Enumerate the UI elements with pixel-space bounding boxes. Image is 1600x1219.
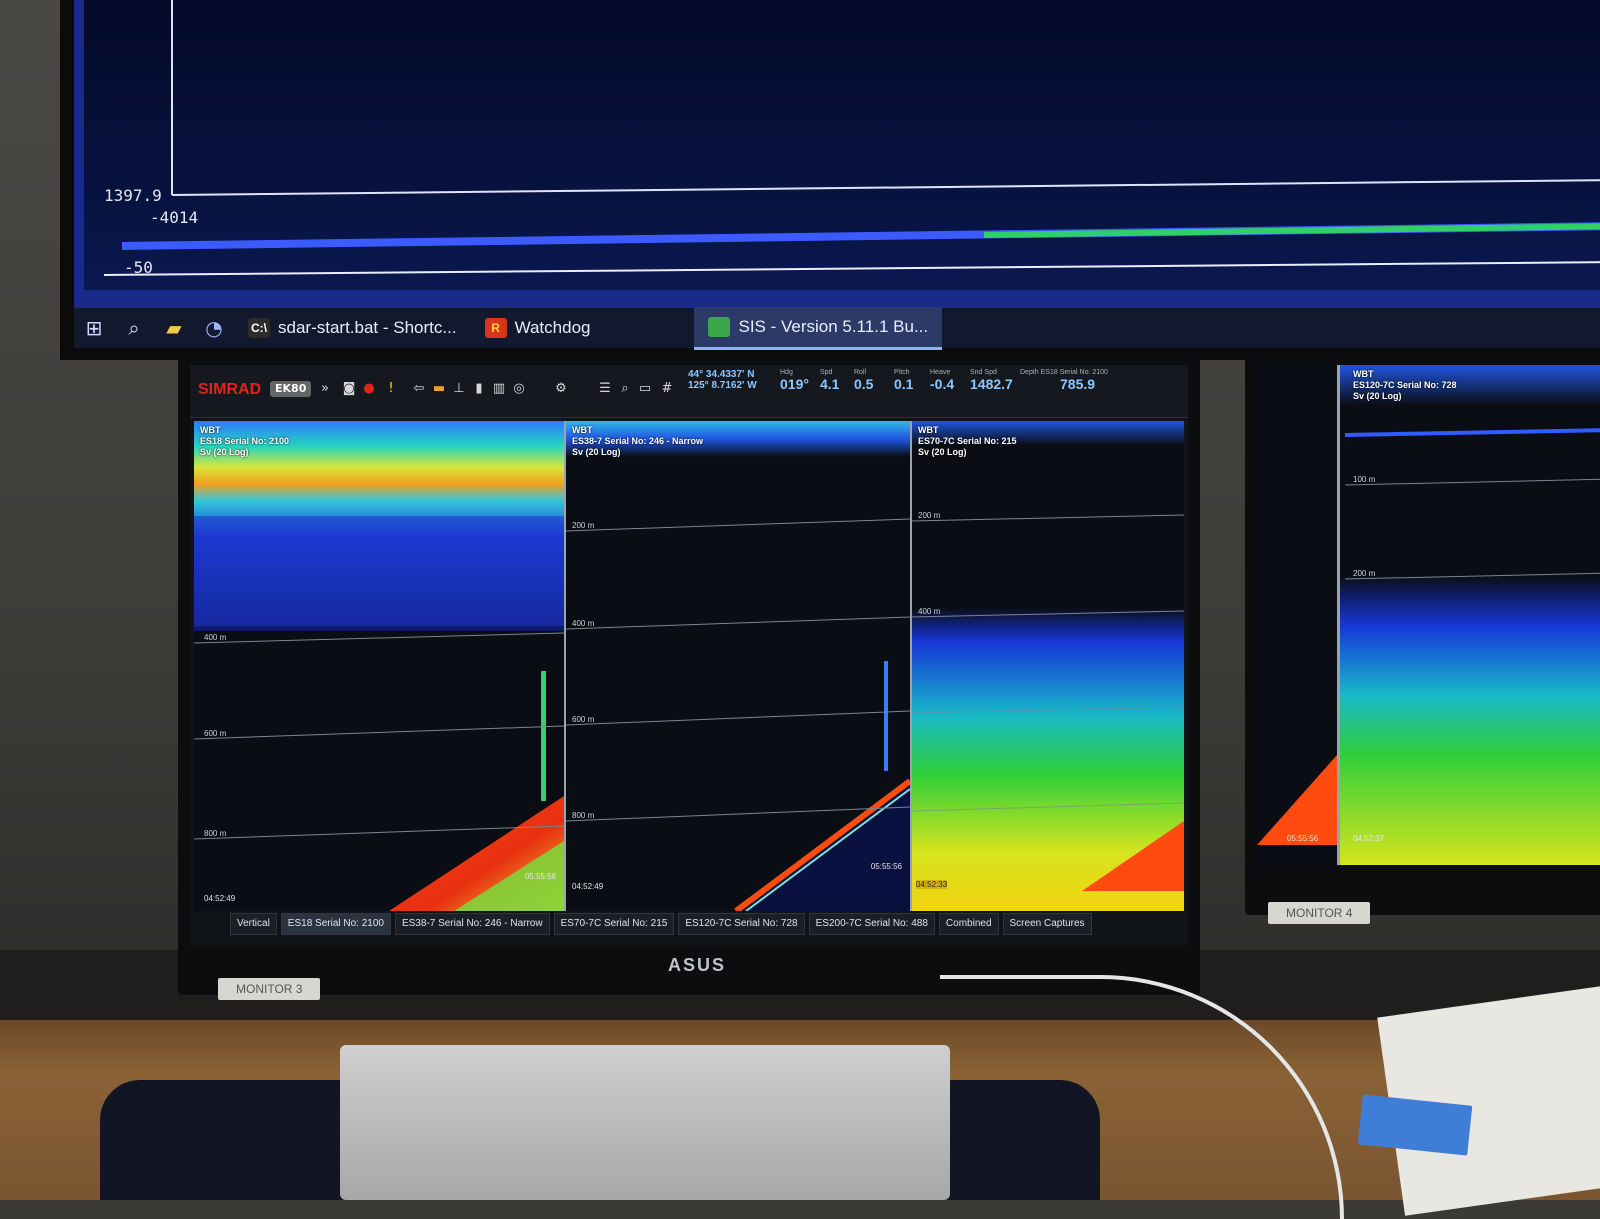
tab-es70[interactable]: ES70-7C Serial No: 215: [553, 913, 675, 935]
echogram-es38-graphic: [566, 421, 910, 911]
tab-combined[interactable]: Combined: [938, 913, 999, 935]
pitch-readout: Pitch 0.1: [894, 369, 914, 392]
depth-tick: 100 m: [1353, 475, 1376, 484]
start-time: 04:52:33: [916, 880, 948, 889]
echogram-es70[interactable]: WBT ES70-7C Serial No: 215 Sv (20 Log) 2…: [912, 421, 1184, 911]
depth-tick: 200 m: [1353, 569, 1376, 578]
tab-vertical[interactable]: Vertical: [230, 913, 277, 935]
echogram-es18-graphic: [194, 421, 564, 911]
start-time: 04:52:49: [572, 882, 604, 891]
plot-value-1: 1397.9: [104, 186, 162, 205]
bars-icon[interactable]: ▮: [472, 382, 486, 396]
collapse-icon[interactable]: »: [318, 382, 332, 396]
depth-tick: 800 m: [204, 829, 227, 838]
numbers-icon[interactable]: #: [660, 382, 674, 396]
depth-tick: 400 m: [918, 607, 941, 616]
monitor-3-label: MONITOR 3: [218, 978, 321, 1000]
cmd-icon: C:\: [248, 318, 270, 338]
tab-es120[interactable]: ES120-7C Serial No: 728: [678, 913, 805, 935]
ek80-window: SIMRAD EK80 » ◙ ● ! ⇦ ▬ ⊥ ▮ ▥ ◎ ⚙ ☰ ⌕ ▭ …: [190, 365, 1188, 945]
echogram-es18[interactable]: WBT ES18 Serial No: 2100 Sv (20 Log) 400…: [194, 421, 566, 911]
monitor-4-screen: WBT ES120-7C Serial No: 728 Sv (20 Log) …: [1257, 365, 1600, 865]
panel-label: WBT ES120-7C Serial No: 728 Sv (20 Log): [1353, 369, 1457, 401]
latitude: 44° 34.4337' N: [688, 369, 755, 380]
end-time: 05:55:56: [1287, 834, 1319, 843]
battery-icon[interactable]: ▭: [638, 382, 652, 396]
ek80-badge: EK80: [270, 381, 312, 397]
monitor-4-label: MONITOR 4: [1268, 902, 1371, 924]
roll-readout: Roll 0.5: [854, 369, 874, 392]
list-icon[interactable]: ☰: [598, 382, 612, 396]
sis-icon: [708, 316, 731, 337]
top-monitor: 1397.9 -4014 -50 ⊞ ⌕ ▰ ◔ C:\ sdar-start.…: [60, 0, 1600, 360]
depth-readout: Depth ES18 Serial No: 2100 785.9: [1020, 369, 1108, 392]
tab-es200[interactable]: ES200-7C Serial No: 488: [808, 913, 935, 935]
depth-icon[interactable]: ⊥: [452, 382, 466, 396]
tab-screen-captures[interactable]: Screen Captures: [1002, 913, 1092, 935]
camera-icon[interactable]: ◙: [342, 382, 356, 396]
plot-value-3: -50: [124, 258, 153, 277]
echogram-es120-graphic: [1257, 365, 1600, 865]
alert-icon[interactable]: !: [384, 382, 398, 396]
depth-tick: 400 m: [204, 633, 227, 642]
depth-plot: 1397.9 -4014 -50: [84, 0, 1600, 290]
heave-readout: Heave -0.4: [930, 369, 955, 392]
panel-label: WBT ES18 Serial No: 2100 Sv (20 Log): [200, 425, 290, 457]
plot-value-2: -4014: [150, 208, 199, 227]
panel-label: WBT ES38-7 Serial No: 246 - Narrow Sv (2…: [572, 425, 704, 457]
speed-readout: Spd 4.1: [820, 369, 840, 392]
depth-plot-graphic: [103, 0, 1600, 276]
plot-baseline: [103, 261, 1600, 276]
depth-tick: 600 m: [572, 715, 595, 724]
taskbar-item-label: SIS - Version 5.11.1 Bu...: [738, 316, 929, 336]
file-explorer-icon[interactable]: ▰: [154, 308, 194, 348]
depth-tick: 800 m: [572, 811, 595, 820]
taskbar-item-sis[interactable]: SIS - Version 5.11.1 Bu...: [694, 306, 943, 350]
sound-speed-readout: Snd Spd 1482.7: [970, 369, 1013, 392]
longitude: 125° 8.7162' W: [688, 380, 757, 391]
asus-logo: ASUS: [668, 955, 727, 975]
chart-icon[interactable]: ▥: [492, 382, 506, 396]
echogram-es70-graphic: [912, 421, 1184, 911]
zoom-icon[interactable]: ⌕: [618, 382, 632, 396]
range-icon[interactable]: ▬: [432, 382, 446, 396]
heading-readout: Hdg 019°: [780, 369, 809, 392]
compass-icon[interactable]: ◎: [512, 382, 526, 396]
panel-label: WBT ES70-7C Serial No: 215 Sv (20 Log): [918, 425, 1017, 457]
monitor-3: SIMRAD EK80 » ◙ ● ! ⇦ ▬ ⊥ ▮ ▥ ◎ ⚙ ☰ ⌕ ▭ …: [178, 355, 1200, 995]
taskbar-item-label: Watchdog: [514, 318, 591, 337]
simrad-logo: SIMRAD: [198, 381, 262, 398]
depth-tick: 600 m: [204, 729, 227, 738]
position-readout: 44° 34.4337' N 125° 8.7162' W: [688, 369, 757, 391]
record-icon[interactable]: ●: [362, 382, 376, 396]
ek80-tab-bar: Vertical ES18 Serial No: 2100 ES38-7 Ser…: [230, 913, 1170, 935]
echogram-panels: WBT ES18 Serial No: 2100 Sv (20 Log) 400…: [194, 421, 1184, 911]
plot-axis-horizontal: [171, 179, 1600, 196]
top-monitor-screen: 1397.9 -4014 -50: [74, 0, 1600, 308]
tab-es38[interactable]: ES38-7 Serial No: 246 - Narrow: [394, 913, 550, 935]
back-icon[interactable]: ⇦: [412, 382, 426, 396]
ek80-toolbar: SIMRAD EK80 » ◙ ● ! ⇦ ▬ ⊥ ▮ ▥ ◎ ⚙ ☰ ⌕ ▭ …: [190, 365, 1188, 418]
end-time: 05:55:56: [870, 862, 902, 871]
app-icon[interactable]: ◔: [194, 308, 234, 348]
start-time: 04:52:37: [1353, 834, 1385, 843]
depth-tick: 200 m: [572, 521, 595, 530]
monitor-4: WBT ES120-7C Serial No: 728 Sv (20 Log) …: [1245, 355, 1600, 915]
taskbar-item-watchdog[interactable]: R Watchdog: [471, 308, 605, 348]
start-time: 04:52:49: [204, 894, 236, 903]
taskbar: ⊞ ⌕ ▰ ◔ C:\ sdar-start.bat - Shortc... R…: [74, 306, 1600, 350]
echogram-es38[interactable]: WBT ES38-7 Serial No: 246 - Narrow Sv (2…: [566, 421, 912, 911]
depth-tick: 400 m: [572, 619, 595, 628]
depth-tick: 200 m: [918, 511, 941, 520]
watchdog-icon: R: [484, 318, 507, 338]
binder: [340, 1045, 950, 1200]
taskbar-item-label: sdar-start.bat - Shortc...: [278, 318, 457, 337]
search-icon[interactable]: ⌕: [114, 308, 154, 348]
windows-start-icon[interactable]: ⊞: [74, 308, 114, 348]
taskbar-item-sdar[interactable]: C:\ sdar-start.bat - Shortc...: [234, 308, 471, 348]
tab-es18[interactable]: ES18 Serial No: 2100: [280, 913, 391, 935]
end-time: 05:55:56: [524, 872, 556, 881]
settings-icon[interactable]: ⚙: [554, 382, 568, 396]
